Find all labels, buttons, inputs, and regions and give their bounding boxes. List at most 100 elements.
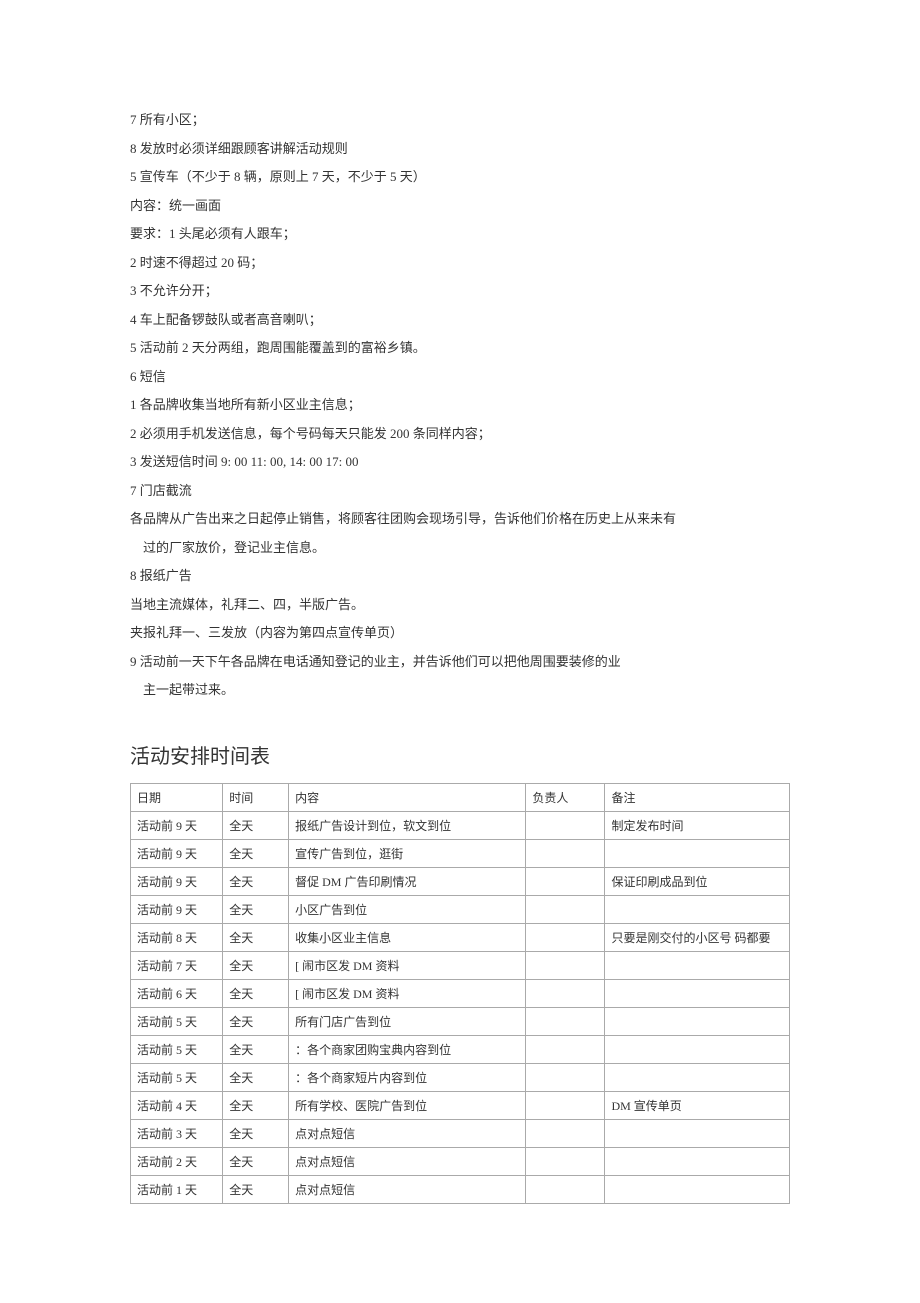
cell-person [526, 1119, 605, 1147]
cell-note [605, 1147, 790, 1175]
text-line: 夹报礼拜一、三发放（内容为第四点宣传单页） [130, 623, 790, 643]
cell-time: 全天 [223, 951, 289, 979]
cell-person [526, 1035, 605, 1063]
cell-time: 全天 [223, 1007, 289, 1035]
cell-date: 活动前 5 天 [131, 1035, 223, 1063]
cell-person [526, 951, 605, 979]
cell-content: [ 闹市区发 DM 资料 [289, 951, 526, 979]
cell-content: ：各个商家团购宝典内容到位 [289, 1035, 526, 1063]
cell-person [526, 1091, 605, 1119]
table-row: 活动前 7 天 全天 [ 闹市区发 DM 资料 [131, 951, 790, 979]
text-line: 1 各品牌收集当地所有新小区业主信息； [130, 395, 790, 415]
text-line: 9 活动前一天下午各品牌在电话通知登记的业主，并告诉他们可以把他周围要装修的业 [130, 652, 790, 672]
cell-person [526, 867, 605, 895]
table-row: 活动前 6 天 全天 [ 闹市区发 DM 资料 [131, 979, 790, 1007]
text-line: 各品牌从广告出来之日起停止销售，将顾客往团购会现场引导，告诉他们价格在历史上从来… [130, 509, 790, 529]
text-line: 5 活动前 2 天分两组，跑周围能覆盖到的富裕乡镇。 [130, 338, 790, 358]
cell-content: 宣传广告到位，逛街 [289, 839, 526, 867]
cell-date: 活动前 1 天 [131, 1175, 223, 1203]
cell-content: 督促 DM 广告印刷情况 [289, 867, 526, 895]
text-line: 8 报纸广告 [130, 566, 790, 586]
cell-person [526, 1007, 605, 1035]
cell-date: 活动前 7 天 [131, 951, 223, 979]
cell-content: ：各个商家短片内容到位 [289, 1063, 526, 1091]
table-row: 活动前 5 天 全天 ：各个商家团购宝典内容到位 [131, 1035, 790, 1063]
text-line: 5 宣传车（不少于 8 辆，原则上 7 天，不少于 5 天） [130, 167, 790, 187]
cell-note: 保证印刷成品到位 [605, 867, 790, 895]
cell-note [605, 895, 790, 923]
schedule-table: 日期 时间 内容 负责人 备注 活动前 9 天 全天 报纸广告设计到位，软文到位… [130, 783, 790, 1204]
table-row: 活动前 9 天 全天 小区广告到位 [131, 895, 790, 923]
table-row: 活动前 3 天 全天 点对点短信 [131, 1119, 790, 1147]
table-row: 活动前 9 天 全天 宣传广告到位，逛街 [131, 839, 790, 867]
table-header-row: 日期 时间 内容 负责人 备注 [131, 783, 790, 811]
cell-note [605, 951, 790, 979]
cell-date: 活动前 9 天 [131, 867, 223, 895]
cell-content: 点对点短信 [289, 1147, 526, 1175]
cell-content: 点对点短信 [289, 1119, 526, 1147]
cell-content: [ 闹市区发 DM 资料 [289, 979, 526, 1007]
cell-time: 全天 [223, 895, 289, 923]
text-line: 3 不允许分开； [130, 281, 790, 301]
cell-person [526, 895, 605, 923]
text-line: 2 时速不得超过 20 码； [130, 253, 790, 273]
cell-time: 全天 [223, 839, 289, 867]
cell-note: DM 宣传单页 [605, 1091, 790, 1119]
cell-note: 制定发布时间 [605, 811, 790, 839]
cell-time: 全天 [223, 1119, 289, 1147]
cell-content: 所有学校、医院广告到位 [289, 1091, 526, 1119]
cell-time: 全天 [223, 1091, 289, 1119]
cell-date: 活动前 9 天 [131, 895, 223, 923]
text-line: 内容：统一画面 [130, 196, 790, 216]
col-header-time: 时间 [223, 783, 289, 811]
cell-content: 小区广告到位 [289, 895, 526, 923]
cell-note [605, 1119, 790, 1147]
cell-content: 报纸广告设计到位，软文到位 [289, 811, 526, 839]
text-line: 8 发放时必须详细跟顾客讲解活动规则 [130, 139, 790, 159]
text-line: 主一起带过来。 [130, 680, 790, 700]
table-row: 活动前 5 天 全天 所有门店广告到位 [131, 1007, 790, 1035]
cell-time: 全天 [223, 1063, 289, 1091]
table-row: 活动前 4 天 全天 所有学校、医院广告到位 DM 宣传单页 [131, 1091, 790, 1119]
cell-date: 活动前 9 天 [131, 839, 223, 867]
cell-person [526, 1175, 605, 1203]
table-row: 活动前 9 天 全天 督促 DM 广告印刷情况 保证印刷成品到位 [131, 867, 790, 895]
cell-date: 活动前 9 天 [131, 811, 223, 839]
table-row: 活动前 5 天 全天 ：各个商家短片内容到位 [131, 1063, 790, 1091]
text-line: 4 车上配备锣鼓队或者高音喇叭； [130, 310, 790, 330]
cell-person [526, 1147, 605, 1175]
cell-person [526, 923, 605, 951]
cell-person [526, 811, 605, 839]
table-row: 活动前 2 天 全天 点对点短信 [131, 1147, 790, 1175]
text-line: 7 门店截流 [130, 481, 790, 501]
text-line: 3 发送短信时间 9: 00 11: 00, 14: 00 17: 00 [130, 452, 790, 472]
cell-date: 活动前 8 天 [131, 923, 223, 951]
col-header-date: 日期 [131, 783, 223, 811]
cell-content: 收集小区业主信息 [289, 923, 526, 951]
col-header-note: 备注 [605, 783, 790, 811]
cell-time: 全天 [223, 923, 289, 951]
cell-date: 活动前 6 天 [131, 979, 223, 1007]
cell-note [605, 1007, 790, 1035]
table-title: 活动安排时间表 [130, 740, 790, 769]
col-header-content: 内容 [289, 783, 526, 811]
table-row: 活动前 8 天 全天 收集小区业主信息 只要是刚交付的小区号 码都要 [131, 923, 790, 951]
cell-time: 全天 [223, 867, 289, 895]
cell-date: 活动前 5 天 [131, 1063, 223, 1091]
cell-date: 活动前 5 天 [131, 1007, 223, 1035]
cell-person [526, 839, 605, 867]
text-line: 2 必须用手机发送信息，每个号码每天只能发 200 条同样内容； [130, 424, 790, 444]
cell-note: 只要是刚交付的小区号 码都要 [605, 923, 790, 951]
cell-time: 全天 [223, 811, 289, 839]
cell-content: 所有门店广告到位 [289, 1007, 526, 1035]
text-line: 过的厂家放价，登记业主信息。 [130, 538, 790, 558]
text-line: 7 所有小区； [130, 110, 790, 130]
table-row: 活动前 1 天 全天 点对点短信 [131, 1175, 790, 1203]
cell-note [605, 1175, 790, 1203]
text-line: 要求：1 头尾必须有人跟车； [130, 224, 790, 244]
cell-note [605, 979, 790, 1007]
table-row: 活动前 9 天 全天 报纸广告设计到位，软文到位 制定发布时间 [131, 811, 790, 839]
cell-time: 全天 [223, 1147, 289, 1175]
cell-note [605, 1035, 790, 1063]
cell-person [526, 979, 605, 1007]
